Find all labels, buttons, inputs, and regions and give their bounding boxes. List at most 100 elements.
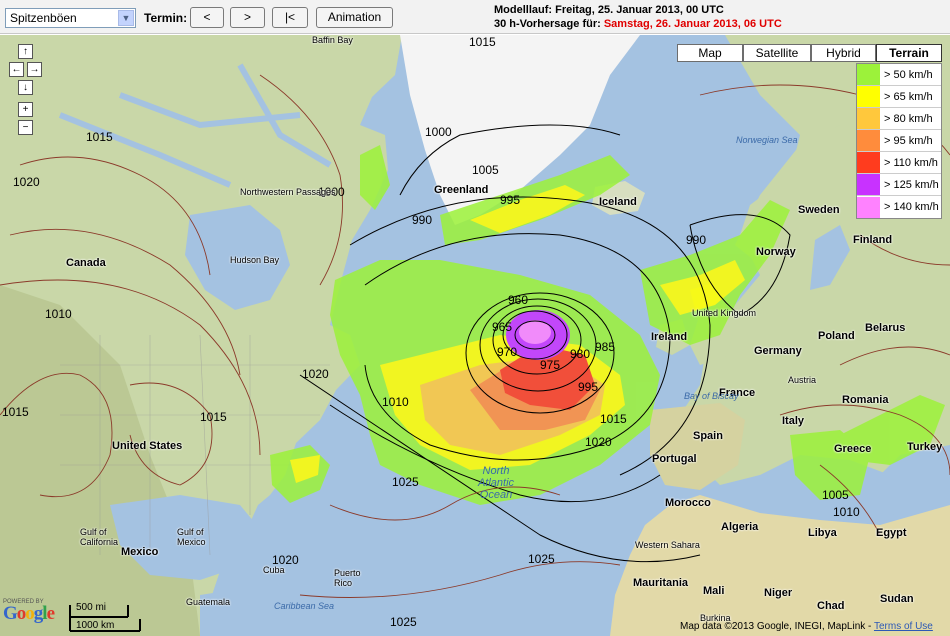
place-label: Romania [842,394,889,406]
isobar-label: 1025 [528,552,555,566]
isobar-label: 1015 [469,35,496,49]
legend-swatch [857,130,880,151]
place-label: Belarus [865,322,906,334]
isobar-label: 995 [500,193,521,207]
terms-of-use-link[interactable]: Terms of Use [874,621,933,632]
isobar-label: 985 [595,340,616,354]
first-step-button[interactable]: |< [272,7,308,28]
place-label: Portugal [652,453,697,465]
isobar-label: 965 [492,320,513,334]
legend-swatch [857,196,880,218]
place-label: Austria [788,375,817,385]
place-label: Guatemala [186,597,231,607]
isobar-label: 1015 [2,405,29,419]
forecast-prefix: 30 h-Vorhersage für: [494,18,601,30]
place-label: Turkey [907,441,943,453]
gust-legend: > 50 km/h > 65 km/h > 80 km/h > 95 km/h … [856,63,942,219]
map-canvas[interactable]: 1015 1000 1015 1020 1005 995 990 1000 99… [0,35,950,636]
run-info: Modelllauf: Freitag, 25. Januar 2013, 00… [494,3,782,31]
place-label: Finland [853,234,893,246]
pan-left-button[interactable]: ← [9,62,24,77]
isobar-label: 1015 [600,412,627,426]
legend-swatch [857,152,880,173]
place-label: Greenland [434,184,489,196]
place-label: Gulf of Mexico [177,527,206,547]
scale-miles: 500 mi [76,602,107,613]
attribution-text: Map data ©2013 Google, INEGI, MapLink - [680,621,872,632]
previous-step-button[interactable]: < [190,7,224,28]
place-label: Gulf of California [80,527,119,547]
zoom-out-button[interactable]: − [18,120,33,135]
place-label: Chad [817,600,845,612]
termin-label: Termin: [144,11,188,25]
forecast-text: 30 h-Vorhersage für: Samstag, 26. Januar… [494,17,782,31]
map-type-satellite[interactable]: Satellite [743,44,811,62]
place-label: Spain [693,430,723,442]
legend-label: > 80 km/h [884,112,933,125]
toolbar: Spitzenböen ▼ Termin: < > |< Animation M… [0,0,950,34]
zoom-in-button[interactable]: + [18,102,33,117]
place-label: Libya [808,527,837,539]
map-type-map[interactable]: Map [677,44,743,62]
parameter-select[interactable]: Spitzenböen ▼ [5,8,136,28]
place-label: Cuba [263,565,285,575]
legend-row: > 65 km/h [857,86,941,108]
place-label: Western Sahara [635,540,700,550]
google-logo[interactable]: POWERED BY Google [3,599,55,623]
chevron-down-icon[interactable]: ▼ [118,10,134,26]
isobar-label: 970 [497,345,518,359]
legend-swatch [857,108,880,129]
isobar-label: 990 [412,213,433,227]
isobar-label: 990 [686,233,707,247]
pan-down-button[interactable]: ↓ [18,80,33,95]
place-label: Baffin Bay [312,35,353,45]
place-label: Mali [703,585,725,597]
isobar-label: 1010 [45,307,72,321]
place-label: Bay of Biscay [684,391,739,401]
isobar-label: 1010 [833,505,860,519]
map-attribution: Map data ©2013 Google, INEGI, MapLink - … [680,621,933,632]
place-label: Germany [754,345,802,357]
isobar-label: 980 [570,347,591,361]
place-label: Niger [764,587,793,599]
legend-row: > 125 km/h [857,174,941,196]
parameter-select-value: Spitzenböen [10,11,77,25]
place-label: Northwestern Passages [240,187,336,197]
isobar-label: 975 [540,358,561,372]
place-label: Algeria [721,521,759,533]
place-label: Italy [782,415,805,427]
place-label: Puerto Rico [334,568,361,588]
animation-button[interactable]: Animation [316,7,393,28]
isobar-label: 1020 [13,175,40,189]
place-label: Mauritania [633,577,689,589]
map-type-hybrid[interactable]: Hybrid [811,44,876,62]
place-label: Morocco [665,497,711,509]
legend-label: > 65 km/h [884,90,933,103]
place-label: Canada [66,257,106,269]
scale-km: 1000 km [76,620,115,631]
legend-swatch [857,174,880,195]
isobar-label: 1020 [302,367,329,381]
legend-label: > 140 km/h [884,201,939,213]
pan-up-button[interactable]: ↑ [18,44,33,59]
legend-label: > 95 km/h [884,134,933,147]
pan-right-button[interactable]: → [27,62,42,77]
legend-row: > 50 km/h [857,64,941,86]
legend-swatch [857,86,880,107]
place-label: Norwegian Sea [736,135,798,145]
legend-row: > 110 km/h [857,152,941,174]
isobar-label: 995 [578,380,599,394]
next-step-button[interactable]: > [230,7,265,28]
place-label: North Atlantic Ocean [477,465,515,501]
legend-label: > 125 km/h [884,178,939,191]
legend-row: > 140 km/h [857,196,941,218]
place-label: Caribbean Sea [274,601,335,611]
place-label: Sweden [798,204,840,216]
place-label: Poland [818,330,855,342]
place-label: Sudan [880,593,914,605]
place-label: Egypt [876,527,907,539]
model-run-text: Modelllauf: Freitag, 25. Januar 2013, 00… [494,4,724,16]
map-type-terrain[interactable]: Terrain [876,44,942,62]
isobar-label: 1020 [585,435,612,449]
place-label: Greece [834,443,872,455]
